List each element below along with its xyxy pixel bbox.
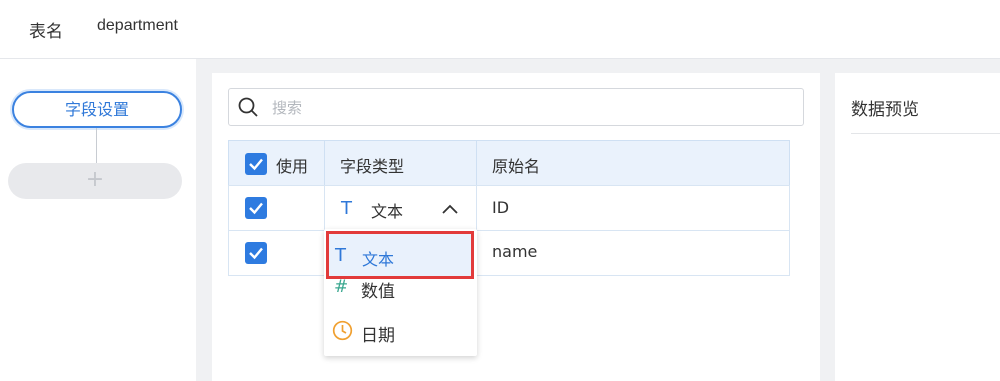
- step-connector: [96, 128, 97, 164]
- dropdown-option-date[interactable]: 日期: [324, 313, 477, 349]
- search-icon: [238, 97, 258, 117]
- field-type-select[interactable]: T 文本: [324, 185, 477, 231]
- select-all-checkbox[interactable]: [245, 153, 267, 175]
- original-name-value: name: [492, 242, 538, 261]
- chevron-up-icon: [442, 204, 458, 214]
- dropdown-option-label: 数值: [361, 282, 395, 302]
- table-row: [228, 185, 325, 231]
- row-checkbox[interactable]: [245, 197, 267, 219]
- field-type-value: 文本: [371, 202, 404, 221]
- dropdown-option-label: 日期: [361, 326, 395, 346]
- row-checkbox[interactable]: [245, 242, 267, 264]
- add-step-button[interactable]: +: [8, 163, 182, 199]
- original-name-value: ID: [492, 198, 510, 217]
- search-input[interactable]: 搜索: [228, 88, 804, 126]
- date-type-icon: [332, 320, 353, 341]
- original-name-cell: name: [476, 230, 790, 276]
- table-row: [228, 230, 325, 276]
- dropdown-option-text[interactable]: T 文本: [326, 231, 474, 279]
- table-name-label: 表名: [29, 22, 63, 42]
- search-placeholder: 搜索: [272, 99, 303, 117]
- text-type-icon: T: [335, 245, 346, 266]
- number-type-icon: #: [334, 277, 349, 297]
- divider: [851, 133, 1000, 134]
- data-preview-title: 数据预览: [851, 100, 919, 120]
- field-settings-step-button[interactable]: 字段设置: [12, 91, 182, 128]
- field-table: 使用 字段类型 原始名 T 文本 ID name: [228, 140, 790, 276]
- header-original-name: 原始名: [476, 140, 790, 186]
- header-use-label: 使用: [276, 157, 309, 176]
- header-use: 使用: [228, 140, 325, 186]
- top-header: 表名 department: [0, 0, 1000, 59]
- header-original-name-label: 原始名: [492, 157, 541, 176]
- original-name-cell: ID: [476, 185, 790, 231]
- table-name-value: department: [97, 17, 178, 34]
- header-field-type-label: 字段类型: [340, 157, 405, 176]
- header-field-type: 字段类型: [324, 140, 477, 186]
- dropdown-option-label: 文本: [362, 250, 395, 269]
- text-type-icon: T: [341, 198, 352, 219]
